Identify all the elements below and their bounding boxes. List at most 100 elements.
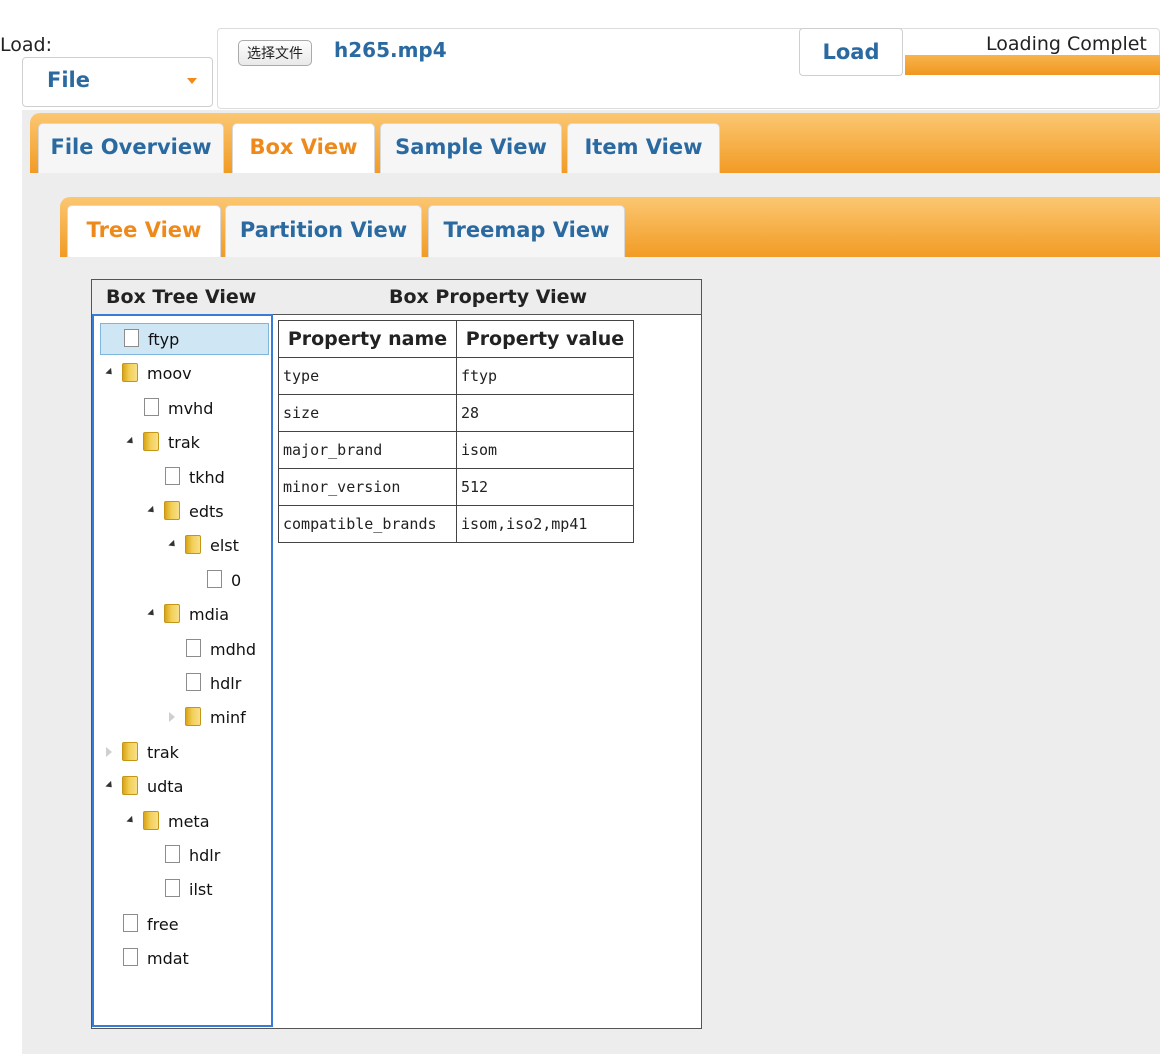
table-row: minor_version 512 bbox=[278, 468, 635, 506]
subtab-tree-view[interactable]: Tree View bbox=[67, 205, 221, 257]
property-name: compatible_brands bbox=[278, 505, 457, 543]
file-icon bbox=[165, 845, 180, 863]
subtab-partition-view[interactable]: Partition View bbox=[225, 205, 422, 257]
tree-node-label: ilst bbox=[189, 880, 213, 900]
tree-node-label: hdlr bbox=[210, 674, 242, 693]
column-header: Property name bbox=[278, 320, 457, 358]
top-strip bbox=[0, 0, 1160, 22]
property-name: minor_version bbox=[278, 468, 457, 506]
file-icon bbox=[124, 329, 139, 347]
tree-node-label: mdhd bbox=[210, 639, 257, 659]
tab-file-overview[interactable]: File Overview bbox=[38, 123, 224, 173]
tree-node-label: 0 bbox=[231, 570, 242, 590]
property-value: 28 bbox=[455, 394, 635, 432]
file-icon bbox=[144, 397, 159, 416]
tree-node-label: minf bbox=[210, 708, 246, 728]
collapse-arrow-icon[interactable] bbox=[147, 505, 157, 516]
tab-item-view[interactable]: Item View bbox=[567, 123, 720, 173]
table-row: major_brand isom bbox=[278, 431, 635, 469]
property-value: 512 bbox=[455, 468, 635, 506]
collapse-arrow-icon[interactable] bbox=[105, 781, 115, 791]
folder-icon bbox=[143, 432, 159, 452]
property-value: ftyp bbox=[455, 357, 635, 395]
property-name: type bbox=[278, 357, 457, 395]
tree-node-label: mdat bbox=[147, 949, 189, 969]
collapse-arrow-icon[interactable] bbox=[126, 437, 136, 447]
file-icon bbox=[207, 569, 222, 588]
property-name: major_brand bbox=[278, 431, 457, 469]
load-button[interactable]: Load bbox=[799, 28, 903, 76]
progress-bar bbox=[905, 55, 1160, 75]
tab-sample-view[interactable]: Sample View bbox=[380, 123, 562, 173]
collapse-arrow-icon[interactable] bbox=[126, 815, 136, 825]
tree-node-label: meta bbox=[168, 811, 210, 831]
property-value: isom,iso2,mp41 bbox=[455, 505, 635, 543]
tree-node[interactable]: mdia bbox=[94, 599, 271, 631]
tree-node[interactable]: trak bbox=[94, 737, 271, 769]
tree-node[interactable]: tkhd bbox=[94, 462, 271, 494]
tab-box-view[interactable]: Box View bbox=[232, 123, 375, 173]
folder-icon bbox=[122, 363, 138, 383]
tree-node[interactable]: edts bbox=[94, 496, 271, 528]
folder-icon bbox=[185, 535, 201, 555]
collapse-arrow-icon[interactable] bbox=[147, 609, 157, 619]
property-value: isom bbox=[455, 431, 635, 469]
tree-node-label: tkhd bbox=[189, 467, 225, 487]
tree-node-label: mdia bbox=[189, 605, 229, 625]
tree-node-label: elst bbox=[210, 536, 239, 556]
tree-node[interactable]: mvhd bbox=[94, 393, 271, 425]
file-icon bbox=[123, 913, 138, 932]
tree-node-label: free bbox=[147, 914, 179, 934]
tree-node[interactable]: moov bbox=[94, 358, 271, 390]
column-header: Property value bbox=[455, 320, 635, 358]
file-icon bbox=[123, 948, 138, 967]
source-select[interactable]: File bbox=[22, 57, 213, 107]
tree-node[interactable]: hdlr bbox=[94, 668, 271, 700]
tree-node[interactable]: mdat bbox=[94, 943, 271, 975]
property-view-header: Box Property View bbox=[389, 286, 588, 308]
file-name: h265.mp4 bbox=[334, 38, 447, 62]
collapse-arrow-icon[interactable] bbox=[105, 368, 115, 378]
collapse-arrow-icon[interactable] bbox=[168, 540, 178, 550]
expand-arrow-icon[interactable] bbox=[106, 746, 112, 757]
tree-node-label: moov bbox=[147, 364, 192, 384]
tree-node[interactable]: trak bbox=[94, 427, 271, 459]
box-view-frame: Box Tree View Box Property View ftyp moov… bbox=[91, 279, 702, 1029]
folder-icon bbox=[122, 776, 138, 796]
file-icon bbox=[165, 879, 180, 898]
expand-arrow-icon[interactable] bbox=[169, 712, 175, 723]
tree-node[interactable]: free bbox=[94, 909, 271, 941]
tree-node-label: mvhd bbox=[168, 398, 214, 418]
file-icon bbox=[186, 673, 201, 691]
folder-icon bbox=[164, 501, 180, 520]
folder-icon bbox=[122, 741, 138, 761]
folder-icon bbox=[185, 707, 201, 727]
box-tree[interactable]: ftyp moov mvhd trak tkhd edts elst 0 mdia mdhd hdl… bbox=[92, 314, 273, 1027]
property-header-row: Property name Property value bbox=[278, 320, 635, 358]
subtab-treemap-view[interactable]: Treemap View bbox=[428, 205, 625, 257]
load-label: Load: bbox=[0, 34, 52, 56]
tree-node[interactable]: udta bbox=[94, 771, 271, 803]
tree-node-label: trak bbox=[147, 742, 179, 762]
tree-node-label: hdlr bbox=[189, 846, 221, 865]
tree-node[interactable]: elst bbox=[94, 530, 271, 562]
tree-node[interactable]: minf bbox=[94, 702, 271, 734]
tree-node-label: trak bbox=[168, 433, 200, 453]
chevron-down-icon bbox=[187, 78, 197, 84]
tree-node[interactable]: 0 bbox=[94, 565, 271, 597]
tree-node[interactable]: ilst bbox=[94, 874, 271, 906]
tree-node[interactable]: mdhd bbox=[94, 634, 271, 666]
tree-view-header: Box Tree View bbox=[106, 286, 257, 308]
tree-node[interactable]: ftyp bbox=[100, 323, 269, 355]
table-row: size 28 bbox=[278, 394, 635, 432]
folder-icon bbox=[143, 810, 159, 830]
tree-node[interactable]: hdlr bbox=[94, 840, 271, 872]
file-icon bbox=[186, 638, 201, 657]
table-row: compatible_brands isom,iso2,mp41 bbox=[278, 505, 635, 543]
tree-node-label: edts bbox=[189, 502, 224, 521]
choose-file-button[interactable]: 选择文件 bbox=[238, 40, 312, 66]
progress-status: Loading Complet bbox=[986, 33, 1147, 55]
property-table: Property name Property value type ftyp s… bbox=[278, 320, 635, 543]
tree-node-label: ftyp bbox=[148, 330, 180, 349]
tree-node[interactable]: meta bbox=[94, 806, 271, 838]
